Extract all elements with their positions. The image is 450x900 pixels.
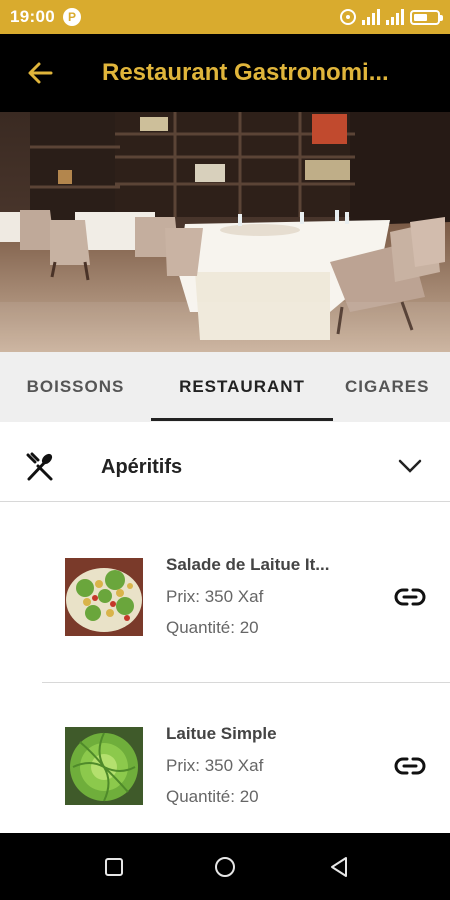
- arrow-back-icon: [28, 62, 53, 84]
- link-icon[interactable]: [394, 755, 426, 777]
- section-header-aperitifs[interactable]: Apéritifs: [0, 422, 450, 502]
- list-item[interactable]: Salade de Laitue It... Prix: 350 Xaf Qua…: [0, 512, 450, 680]
- item-thumbnail: [65, 558, 143, 636]
- square-icon: [105, 858, 123, 876]
- triangle-back-icon: [331, 857, 347, 877]
- item-quantity: Quantité: 20: [166, 787, 259, 806]
- status-bar: 19:00 P: [0, 0, 450, 34]
- battery-icon: [410, 9, 443, 25]
- item-name: Salade de Laitue It...: [166, 555, 330, 574]
- item-name: Laitue Simple: [166, 724, 277, 743]
- status-time: 19:00: [10, 7, 55, 26]
- notification-app-icon: P: [62, 8, 81, 26]
- app-bar: Restaurant Gastronomi...: [0, 34, 450, 112]
- circle-icon: [215, 857, 235, 877]
- item-price: Prix: 350 Xaf: [166, 587, 264, 606]
- link-icon[interactable]: [394, 586, 426, 608]
- signal-icon-2: [386, 9, 404, 25]
- tab-label: BOISSONS: [26, 377, 125, 396]
- restaurant-hero-image: [0, 112, 450, 352]
- category-tabs: BOISSONS RESTAURANT CIGARES: [0, 352, 450, 422]
- tab-restaurant[interactable]: RESTAURANT: [151, 352, 333, 422]
- back-button[interactable]: [0, 34, 80, 112]
- list-item[interactable]: Laitue Simple Prix: 350 Xaf Quantité: 20: [0, 683, 450, 851]
- section-title: Apéritifs: [101, 456, 183, 478]
- tab-cigares[interactable]: CIGARES: [345, 352, 450, 422]
- fork-knife-icon: [26, 452, 53, 481]
- system-navigation-bar: [0, 833, 450, 900]
- lettuce-photo-icon: [65, 727, 143, 805]
- active-tab-indicator: [151, 418, 333, 421]
- status-icons: [340, 9, 443, 25]
- back-nav-button[interactable]: [325, 853, 353, 881]
- item-price: Prix: 350 Xaf: [166, 756, 264, 775]
- tab-label: RESTAURANT: [179, 377, 305, 396]
- item-quantity: Quantité: 20: [166, 618, 259, 637]
- tab-label: CIGARES: [345, 377, 430, 396]
- recents-button[interactable]: [100, 853, 128, 881]
- home-button[interactable]: [211, 853, 239, 881]
- salad-photo-icon: [65, 558, 143, 636]
- chevron-down-icon[interactable]: [396, 456, 424, 476]
- page-title: Restaurant Gastronomi...: [102, 59, 389, 86]
- hotspot-icon: [340, 9, 356, 25]
- signal-icon: [362, 9, 380, 25]
- tab-boissons[interactable]: BOISSONS: [0, 352, 151, 422]
- item-thumbnail: [65, 727, 143, 805]
